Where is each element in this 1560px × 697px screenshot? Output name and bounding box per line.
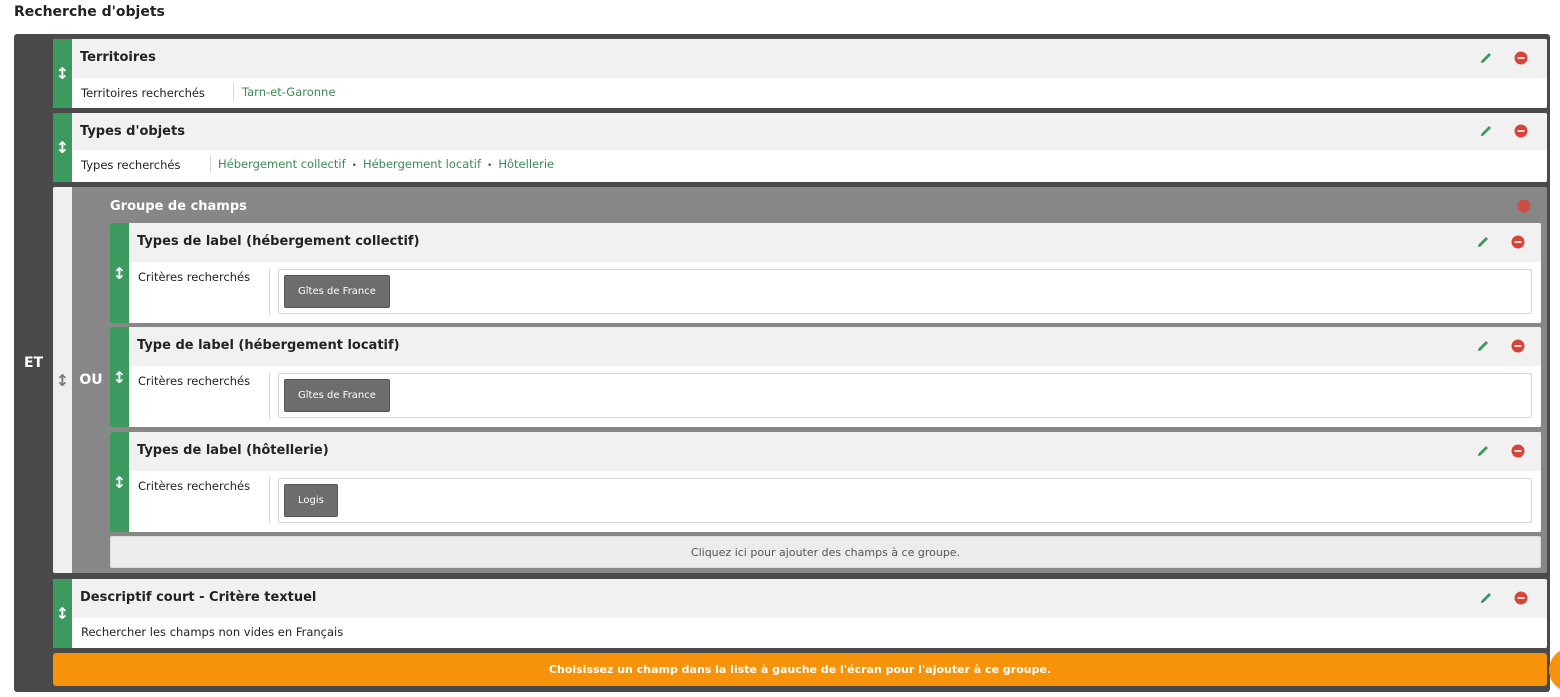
chip-container[interactable]: Logis — [278, 478, 1532, 523]
group-item: ↕ Types de label (hôtellerie) Critères r… — [110, 432, 1541, 532]
group-item: ↕ Type de label (hébergement locatif) Cr… — [110, 327, 1541, 427]
criteria-chip[interactable]: Gîtes de France — [284, 379, 390, 412]
group-item: ↕ Types de label (hébergement collectif)… — [110, 223, 1541, 323]
criteria-values: Tarn-et-Garonne — [242, 85, 335, 99]
add-field-hint-bar[interactable]: Choisissez un champ dans la liste à gauc… — [53, 653, 1547, 686]
criteria-label: Types recherchés — [81, 158, 181, 172]
block-header: Type de label (hébergement locatif) — [129, 327, 1541, 366]
block-header: Descriptif court - Critère textuel — [72, 579, 1547, 618]
criteria-values: Hébergement collectif • Hébergement locati… — [218, 157, 554, 171]
minus-circle-icon[interactable] — [1511, 444, 1525, 458]
block-header: Types de label (hébergement collectif) — [129, 223, 1541, 262]
divider — [233, 83, 234, 101]
block-title: Types de label (hôtellerie) — [137, 443, 329, 458]
chip-container[interactable]: Gîtes de France — [278, 373, 1532, 418]
block-header: Types de label (hôtellerie) — [129, 432, 1541, 471]
minus-circle-icon[interactable] — [1514, 591, 1528, 605]
bullet-icon: • — [351, 161, 357, 171]
root-group: ET ↕ Territoires Territoires recherchés … — [14, 34, 1550, 692]
criteria-value: Hébergement locatif — [362, 157, 482, 171]
drag-handle-icon[interactable]: ↕ — [110, 327, 129, 427]
pencil-icon[interactable] — [1476, 339, 1490, 353]
criteria-block-types-objets: ↕ Types d'objets Types recherchés Héberg… — [53, 113, 1547, 182]
field-group: ↕ OU Groupe de champs ↕ Types de label (… — [53, 187, 1547, 573]
block-body: Rechercher les champs non vides en Franç… — [72, 618, 1547, 648]
drag-handle-icon[interactable]: ↕ — [53, 113, 72, 182]
minus-circle-icon[interactable] — [1514, 124, 1528, 138]
minus-circle-icon[interactable] — [1511, 235, 1525, 249]
divider — [269, 477, 270, 524]
drag-handle-icon[interactable]: ↕ — [53, 39, 72, 108]
minus-circle-icon[interactable] — [1514, 51, 1528, 65]
bullet-icon: • — [487, 161, 493, 171]
criteria-value: Hébergement collectif — [218, 157, 346, 171]
drag-handle-icon[interactable]: ↕ — [53, 187, 72, 573]
minus-circle-icon[interactable] — [1511, 339, 1525, 353]
criteria-label: Critères recherchés — [138, 479, 251, 493]
block-title: Descriptif court - Critère textuel — [80, 590, 317, 605]
criteria-block-territoires: ↕ Territoires Territoires recherchés Tar… — [53, 39, 1547, 108]
add-fields-to-group-button[interactable]: Cliquez ici pour ajouter des champs à ce… — [110, 536, 1541, 568]
block-header: Types d'objets — [72, 113, 1547, 150]
block-body: Critères recherchés Logis — [129, 471, 1541, 532]
pencil-icon[interactable] — [1479, 124, 1493, 138]
block-title: Types de label (hébergement collectif) — [137, 234, 420, 249]
side-panel-tab[interactable] — [1549, 648, 1560, 692]
pencil-icon[interactable] — [1479, 51, 1493, 65]
criteria-chip[interactable]: Logis — [284, 484, 338, 517]
group-operator[interactable]: OU — [72, 187, 110, 573]
divider — [269, 268, 270, 315]
page-title: Recherche d'objets — [14, 4, 165, 20]
minus-circle-icon[interactable] — [1517, 199, 1531, 213]
drag-handle-icon[interactable]: ↕ — [53, 579, 72, 648]
chip-container[interactable]: Gîtes de France — [278, 269, 1532, 314]
block-body: Critères recherchés Gîtes de France — [129, 366, 1541, 427]
criteria-label: Critères recherchés — [138, 374, 251, 388]
block-title: Territoires — [80, 50, 156, 65]
drag-handle-icon[interactable]: ↕ — [110, 432, 129, 532]
pencil-icon[interactable] — [1476, 235, 1490, 249]
block-title: Type de label (hébergement locatif) — [137, 338, 400, 353]
pencil-icon[interactable] — [1476, 444, 1490, 458]
criteria-value: Tarn-et-Garonne — [242, 85, 336, 99]
block-body: Critères recherchés Gîtes de France — [129, 262, 1541, 323]
block-title: Types d'objets — [80, 124, 185, 139]
criteria-label: Critères recherchés — [138, 270, 251, 284]
criteria-chip[interactable]: Gîtes de France — [284, 275, 390, 308]
criteria-label: Territoires recherchés — [81, 86, 205, 100]
divider — [269, 372, 270, 419]
text-criterion-description: Rechercher les champs non vides en Franç… — [81, 625, 344, 639]
block-header: Territoires — [72, 39, 1547, 78]
block-body: Territoires recherchés Tarn-et-Garonne — [72, 78, 1547, 108]
root-operator[interactable]: ET — [14, 34, 53, 692]
group-title: Groupe de champs — [110, 199, 247, 214]
criteria-block-descriptif-court: ↕ Descriptif court - Critère textuel Rec… — [53, 579, 1547, 648]
divider — [210, 155, 211, 173]
pencil-icon[interactable] — [1479, 591, 1493, 605]
criteria-value: Hôtellerie — [498, 157, 555, 171]
block-body: Types recherchés Hébergement collectif • H… — [72, 150, 1547, 182]
drag-handle-icon[interactable]: ↕ — [110, 223, 129, 323]
